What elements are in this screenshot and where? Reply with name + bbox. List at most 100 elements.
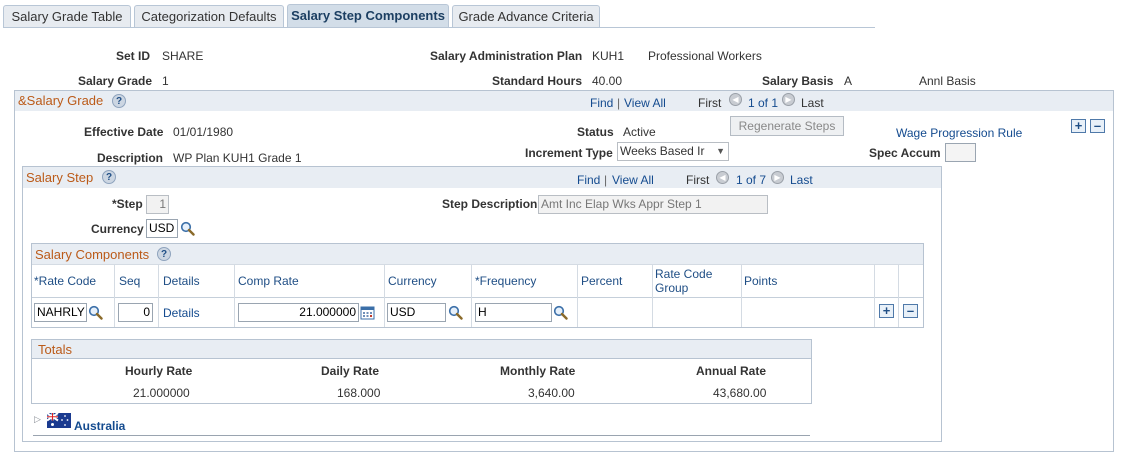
col-comp-rate[interactable]: Comp Rate	[238, 274, 299, 288]
tab-divider	[3, 27, 875, 28]
prev-arrow-icon[interactable]: ◀	[716, 171, 729, 184]
seq-input[interactable]: 0	[118, 303, 153, 322]
help-icon[interactable]: ?	[112, 94, 126, 108]
standard-hours-label: Standard Hours	[492, 74, 583, 88]
tab-salary-step-components[interactable]: Salary Step Components	[287, 4, 449, 28]
salary-grade-header	[15, 91, 1113, 111]
salary-step-title: Salary Step	[26, 170, 94, 185]
col-details[interactable]: Details	[163, 274, 200, 288]
status-value: Active	[623, 125, 656, 139]
grid-col-line	[577, 265, 578, 327]
spec-accum-label: Spec Accum	[869, 146, 941, 160]
col-rate-code-group[interactable]: Rate Code Group	[655, 267, 725, 295]
australia-divider	[33, 435, 810, 436]
tab-salary-grade-table[interactable]: Salary Grade Table	[3, 5, 131, 27]
step-description-label: Step Description	[442, 197, 538, 211]
step-input[interactable]: 1	[146, 195, 169, 214]
step-row-count: 1 of 7	[736, 173, 767, 187]
next-arrow-icon[interactable]: ▶	[771, 171, 784, 184]
add-row-icon[interactable]: +	[879, 304, 894, 318]
salary-basis-label: Salary Basis	[762, 74, 834, 88]
help-icon[interactable]: ?	[102, 170, 116, 184]
salary-components-title: Salary Components	[35, 247, 150, 262]
monthly-rate-label: Monthly Rate	[500, 364, 576, 378]
help-icon[interactable]: ?	[157, 247, 171, 261]
delete-row-icon[interactable]: –	[903, 304, 918, 318]
separator: |	[617, 96, 621, 110]
col-frequency[interactable]: *Frequency	[475, 274, 536, 288]
grade-first-label: First	[698, 96, 722, 110]
row-currency-input[interactable]: USD	[387, 303, 446, 322]
col-currency[interactable]: Currency	[388, 274, 437, 288]
salary-basis-code: A	[844, 74, 853, 88]
totals-header	[32, 340, 811, 359]
magnifier-icon[interactable]	[448, 305, 463, 320]
salary-basis-desc: Annl Basis	[919, 74, 976, 88]
magnifier-icon[interactable]	[553, 305, 568, 320]
plan-description: Professional Workers	[648, 49, 762, 63]
description-label: Description	[97, 151, 164, 165]
grade-last-label: Last	[801, 96, 824, 110]
prev-arrow-icon[interactable]: ◀	[729, 93, 742, 106]
col-rate-code[interactable]: *Rate Code	[34, 274, 96, 288]
set-id-value: SHARE	[162, 49, 204, 63]
col-percent[interactable]: Percent	[581, 274, 622, 288]
frequency-input[interactable]: H	[475, 303, 552, 322]
totals-divider	[32, 358, 811, 359]
grid-col-line	[158, 265, 159, 327]
step-view-all-link[interactable]: View All	[612, 173, 654, 187]
salary-grade-title: &Salary Grade	[18, 93, 104, 108]
daily-rate-value: 168.000	[337, 386, 381, 400]
annual-rate-value: 43,680.00	[713, 386, 767, 400]
regenerate-steps-button[interactable]: Regenerate Steps	[730, 116, 844, 136]
collapse-triangle-icon[interactable]: ▷	[34, 414, 41, 425]
grid-col-line	[741, 265, 742, 327]
comp-rate-input[interactable]: 21.000000	[238, 303, 359, 322]
rate-code-input[interactable]: NAHRLY	[34, 303, 87, 322]
australia-section-link[interactable]: Australia	[74, 419, 125, 433]
spec-accum-checkbox[interactable]	[945, 143, 976, 162]
add-row-icon[interactable]: +	[1071, 119, 1086, 133]
grade-row-count: 1 of 1	[748, 96, 779, 110]
step-find-link[interactable]: Find	[577, 173, 600, 187]
annual-rate-label: Annual Rate	[696, 364, 767, 378]
plan-code: KUH1	[592, 49, 625, 63]
delete-row-icon[interactable]: –	[1090, 119, 1105, 133]
wage-progression-rule-link[interactable]: Wage Progression Rule	[896, 126, 1022, 140]
set-id-label: Set ID	[116, 49, 151, 63]
effective-date-value: 01/01/1980	[173, 125, 234, 139]
tab-categorization-defaults[interactable]: Categorization Defaults	[134, 5, 284, 27]
currency-input[interactable]: USD	[146, 219, 178, 238]
next-arrow-icon[interactable]: ▶	[782, 93, 795, 106]
currency-label: Currency	[91, 222, 144, 236]
salary-grade-value: 1	[162, 74, 169, 88]
step-first-label: First	[686, 173, 710, 187]
grid-col-line	[114, 265, 115, 327]
step-description-input[interactable]: Amt Inc Elap Wks Appr Step 1	[538, 195, 768, 214]
separator: |	[604, 173, 608, 187]
grid-col-line	[898, 265, 899, 327]
grid-col-line	[652, 265, 653, 327]
description-value: WP Plan KUH1 Grade 1	[173, 151, 302, 165]
australia-flag-icon	[47, 413, 71, 428]
grid-col-line	[234, 265, 235, 327]
increment-type-select[interactable]: Weeks Based Ir ▼	[617, 142, 729, 161]
col-seq[interactable]: Seq	[119, 274, 140, 288]
increment-type-value: Weeks Based Ir	[620, 144, 705, 158]
details-link[interactable]: Details	[163, 306, 200, 320]
magnifier-icon[interactable]	[88, 305, 103, 320]
calendar-icon[interactable]	[360, 305, 375, 320]
effective-date-label: Effective Date	[84, 125, 164, 139]
grid-divider	[32, 264, 923, 265]
step-last-link[interactable]: Last	[790, 173, 813, 187]
tab-grade-advance-criteria[interactable]: Grade Advance Criteria	[452, 5, 600, 27]
totals-title: Totals	[38, 342, 72, 357]
grade-view-all-link[interactable]: View All	[624, 96, 666, 110]
status-label: Status	[577, 125, 614, 139]
grade-find-link[interactable]: Find	[590, 96, 613, 110]
col-points[interactable]: Points	[744, 274, 777, 288]
hourly-rate-label: Hourly Rate	[125, 364, 193, 378]
chevron-down-icon: ▼	[716, 146, 725, 156]
grid-col-line	[874, 265, 875, 327]
magnifier-icon[interactable]	[180, 221, 195, 236]
